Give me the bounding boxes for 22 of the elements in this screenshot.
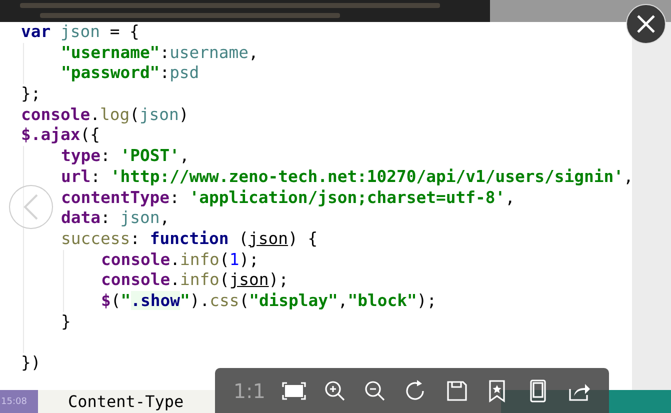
code-line: } <box>61 312 71 332</box>
code-line: contentType: 'application/json;charset=utf-8', <box>61 188 515 208</box>
chevron-left-icon <box>23 194 39 220</box>
code-line: success: function (json) { <box>61 228 318 250</box>
code-line: var json = { <box>21 22 140 43</box>
code-line: console.log(json) <box>21 104 189 126</box>
code-line: $(".show").css("display","block"); <box>101 290 437 312</box>
code-line: url: 'http://www.zeno-tech.net:10270/api/v1/users/signin', <box>61 166 632 188</box>
zoom-out-icon[interactable] <box>363 378 388 402</box>
code-line: data: json, <box>61 208 170 229</box>
code-line: "username":username, <box>61 42 258 64</box>
code-line: type: 'POST', <box>61 146 190 167</box>
code-line: "password":psd <box>61 63 200 84</box>
code-line: }) <box>21 353 41 374</box>
close-icon <box>636 14 656 34</box>
save-icon[interactable] <box>444 378 469 402</box>
code-line: console.info(1); <box>101 250 259 270</box>
zoom-in-icon[interactable] <box>322 378 347 402</box>
code-line: }; <box>21 84 41 105</box>
code-line: console.info(json); <box>101 270 289 291</box>
code-line: $.ajax({ <box>21 125 100 146</box>
time-label: 15:08 <box>0 390 38 413</box>
